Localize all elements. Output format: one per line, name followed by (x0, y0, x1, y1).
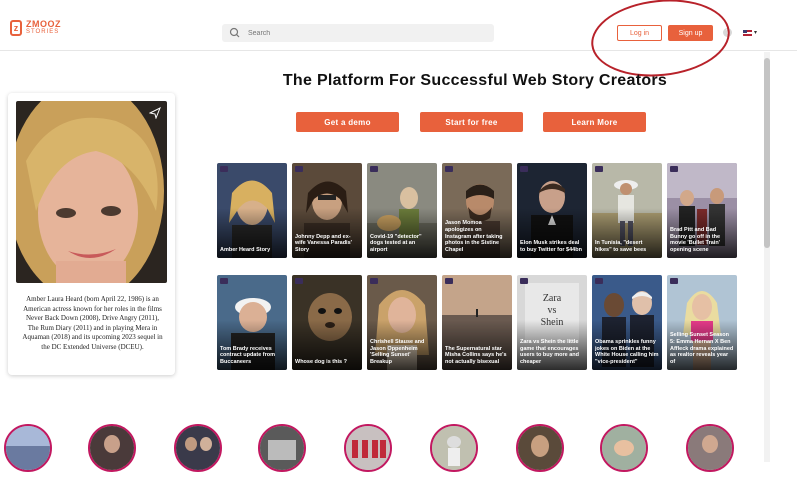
story-card[interactable]: Tom Brady receives contract update from … (217, 275, 287, 370)
hero-title: The Platform For Successful Web Story Cr… (282, 72, 668, 89)
featured-story-image[interactable] (16, 101, 167, 283)
top-navigation-bar: z ZMOOZ STORIES Log in Sign up ? ▾ (0, 0, 797, 51)
page-scrollbar[interactable] (764, 52, 770, 462)
story-badge-icon (445, 166, 453, 172)
story-caption: Zara vs Shein the little game that encou… (520, 338, 579, 366)
story-bubble[interactable] (88, 424, 136, 472)
story-badge-icon (445, 278, 453, 284)
zmooz-logo[interactable]: z ZMOOZ STORIES (10, 20, 61, 36)
story-caption: Jason Momoa apologizes on Instagram afte… (445, 220, 503, 254)
story-card[interactable]: The Supernatural star Misha Collins says… (442, 275, 512, 370)
story-badge-icon (670, 278, 678, 284)
story-card[interactable]: Zara vs Shein Zara vs Shein the little g… (517, 275, 587, 370)
story-caption: Covid-19 "detector" dogs tested at an ai… (370, 233, 422, 254)
story-badge-icon (220, 166, 228, 172)
story-caption: The Supernatural star Misha Collins says… (445, 345, 507, 366)
story-badge-icon (370, 166, 378, 172)
language-selector[interactable]: ▾ (743, 29, 757, 36)
story-bubble[interactable] (430, 424, 478, 472)
chevron-down-icon: ▾ (754, 30, 758, 36)
story-badge-icon (295, 166, 303, 172)
story-badge-icon (670, 166, 678, 172)
story-badge-icon (370, 278, 378, 284)
story-card[interactable]: Johnny Depp and ex-wife Vanessa Paradis'… (292, 163, 362, 258)
signup-button[interactable]: Sign up (668, 25, 713, 41)
story-bubbles-row (0, 424, 797, 472)
story-bubble[interactable] (516, 424, 564, 472)
story-caption: Brad Pitt and Bad Bunny go off in the mo… (670, 226, 721, 254)
story-caption: In Tunisia, "desert hikes" to save bees (595, 240, 647, 254)
scrollbar-thumb[interactable] (764, 58, 770, 248)
story-caption: Selling Sunset Season 5: Emma Hernan X B… (670, 332, 734, 366)
search-icon (229, 27, 240, 38)
story-bubble[interactable] (600, 424, 648, 472)
featured-story-description: Amber Laura Heard (born April 22, 1986) … (22, 295, 163, 351)
login-button[interactable]: Log in (617, 25, 662, 41)
story-badge-icon (595, 166, 603, 172)
story-card[interactable]: Amber Heard Story (217, 163, 287, 258)
search-bar[interactable] (222, 24, 494, 42)
story-badge-icon (295, 278, 303, 284)
story-card[interactable]: In Tunisia, "desert hikes" to save bees (592, 163, 662, 258)
start-for-free-button[interactable]: Start for free (420, 112, 523, 132)
story-caption: Whose dog is this ? (295, 359, 347, 366)
story-badge-icon (220, 278, 228, 284)
story-grid: Amber Heard Story Johnny Depp and ex-wif… (217, 163, 739, 370)
story-badge-icon (520, 278, 528, 284)
get-a-demo-button[interactable]: Get a demo (296, 112, 399, 132)
portrait-image (16, 101, 167, 283)
story-bubble[interactable] (344, 424, 392, 472)
story-card[interactable]: Whose dog is this ? (292, 275, 362, 370)
story-bubble[interactable] (686, 424, 734, 472)
story-card[interactable]: Selling Sunset Season 5: Emma Hernan X B… (667, 275, 737, 370)
us-flag-icon (743, 29, 752, 36)
story-caption: Johnny Depp and ex-wife Vanessa Paradis'… (295, 233, 352, 254)
story-badge-icon (520, 166, 528, 172)
featured-story-card[interactable]: Amber Laura Heard (born April 22, 1986) … (8, 93, 175, 375)
search-input[interactable] (246, 28, 490, 38)
story-card[interactable]: Brad Pitt and Bad Bunny go off in the mo… (667, 163, 737, 258)
learn-more-button[interactable]: Learn More (543, 112, 646, 132)
story-card[interactable]: Covid-19 "detector" dogs tested at an ai… (367, 163, 437, 258)
story-caption: Amber Heard Story (220, 247, 271, 254)
story-bubble[interactable] (4, 424, 52, 472)
story-caption: Elon Musk strikes deal to buy Twitter fo… (520, 240, 582, 254)
story-card[interactable]: Jason Momoa apologizes on Instagram afte… (442, 163, 512, 258)
story-bubble[interactable] (258, 424, 306, 472)
logo-mark-icon: z (10, 20, 22, 36)
story-card[interactable]: Chrishell Stause and Jason Oppenheim 'Se… (367, 275, 437, 370)
story-caption: Chrishell Stause and Jason Oppenheim 'Se… (370, 338, 425, 366)
story-card[interactable]: Elon Musk strikes deal to buy Twitter fo… (517, 163, 587, 258)
help-icon[interactable]: ? (723, 28, 732, 37)
story-bubble[interactable] (174, 424, 222, 472)
story-caption: Obama sprinkles funny jokes on Biden at … (595, 338, 659, 366)
story-card[interactable]: Obama sprinkles funny jokes on Biden at … (592, 275, 662, 370)
share-icon[interactable] (149, 107, 161, 119)
logo-subtext: STORIES (26, 29, 60, 35)
logo-text: ZMOOZ (26, 19, 61, 29)
story-badge-icon (595, 278, 603, 284)
story-caption: Tom Brady receives contract update from … (220, 345, 276, 366)
